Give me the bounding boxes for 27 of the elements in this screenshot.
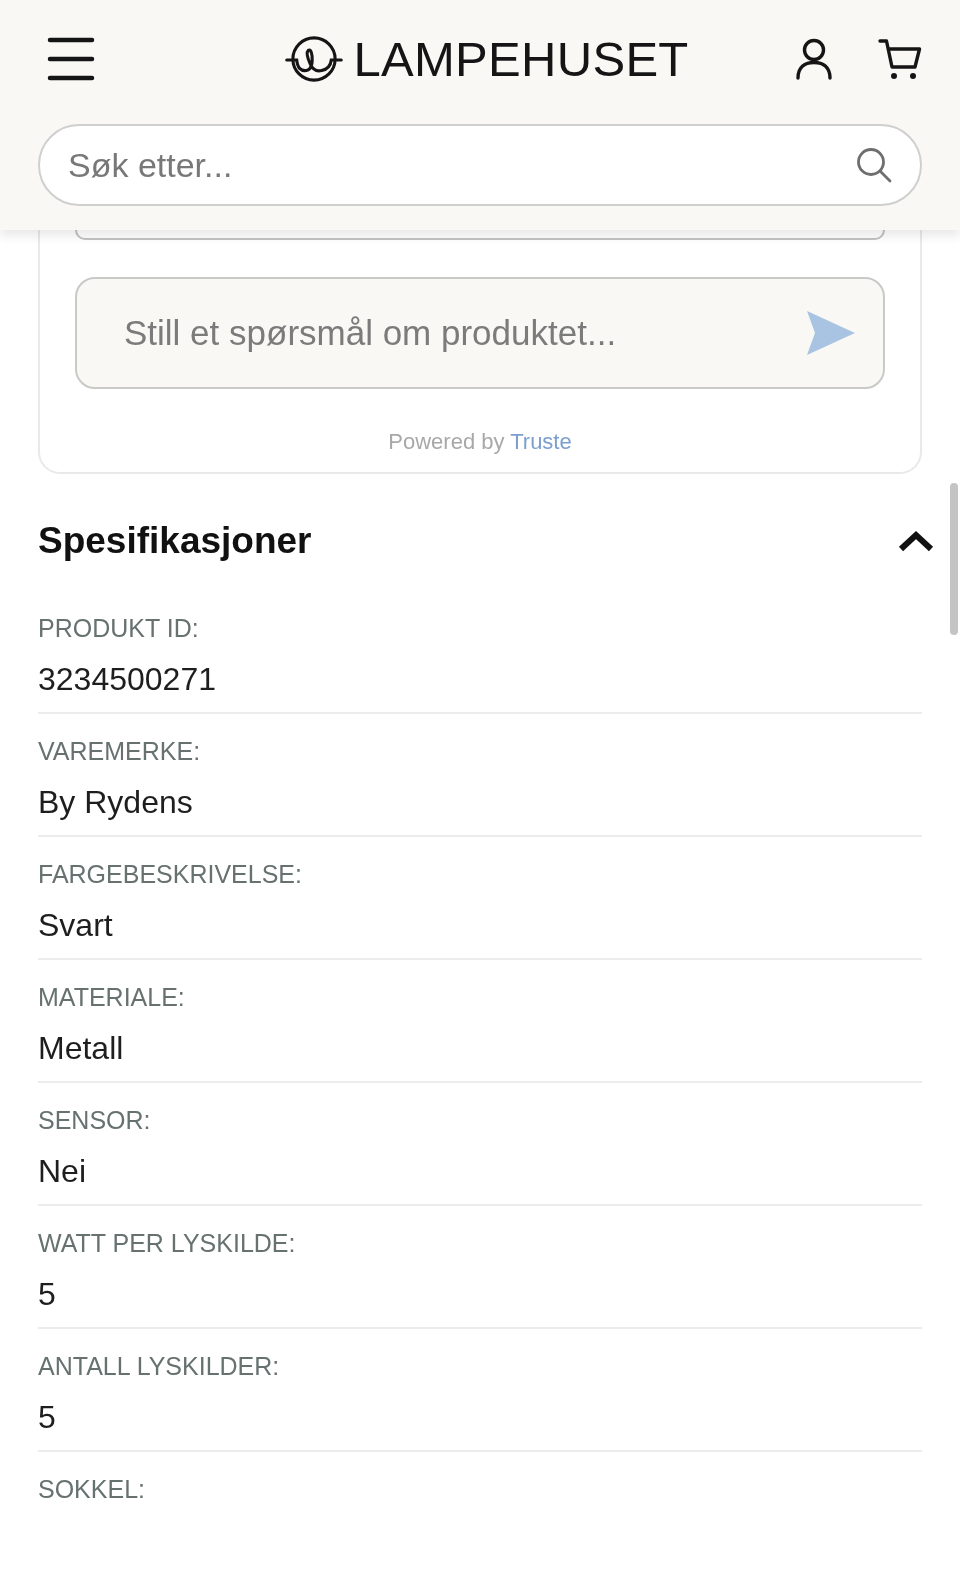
spec-value: 5 — [38, 1275, 56, 1313]
menu-icon[interactable] — [47, 37, 95, 81]
spec-label: WATT PER LYSKILDE: — [38, 1228, 296, 1258]
spec-value: Nei — [38, 1152, 86, 1190]
spec-label: SENSOR: — [38, 1105, 151, 1135]
spec-value: 3234500271 — [38, 660, 216, 698]
cart-icon[interactable] — [878, 38, 922, 80]
search-icon[interactable] — [856, 147, 892, 183]
spec-value: Svart — [38, 906, 113, 944]
logo-icon[interactable] — [285, 35, 344, 83]
chevron-up-icon[interactable] — [898, 530, 934, 552]
spec-label: ANTALL LYSKILDER: — [38, 1351, 280, 1381]
question-field[interactable]: Still et spørsmål om produktet... — [75, 277, 885, 389]
spec-label: MATERIALE: — [38, 982, 185, 1012]
spec-label: SOKKEL: — [38, 1474, 145, 1504]
section-heading: Spesifikasjoner — [38, 519, 312, 563]
spec-value: 5 — [38, 1398, 56, 1436]
spec-value: By Rydens — [38, 783, 193, 821]
spec-value: Metall — [38, 1029, 124, 1067]
spec-label: FARGEBESKRIVELSE: — [38, 859, 302, 889]
spec-label: VAREMERKE: — [38, 736, 201, 766]
scrollbar-thumb[interactable] — [950, 483, 958, 635]
user-icon[interactable] — [796, 38, 832, 80]
logo-text[interactable]: LAMPEHUSET — [353, 34, 689, 84]
powered-by-text: Powered by Truste — [388, 429, 572, 455]
search-field[interactable]: Søk etter... — [38, 124, 922, 206]
spec-label: PRODUKT ID: — [38, 613, 199, 643]
